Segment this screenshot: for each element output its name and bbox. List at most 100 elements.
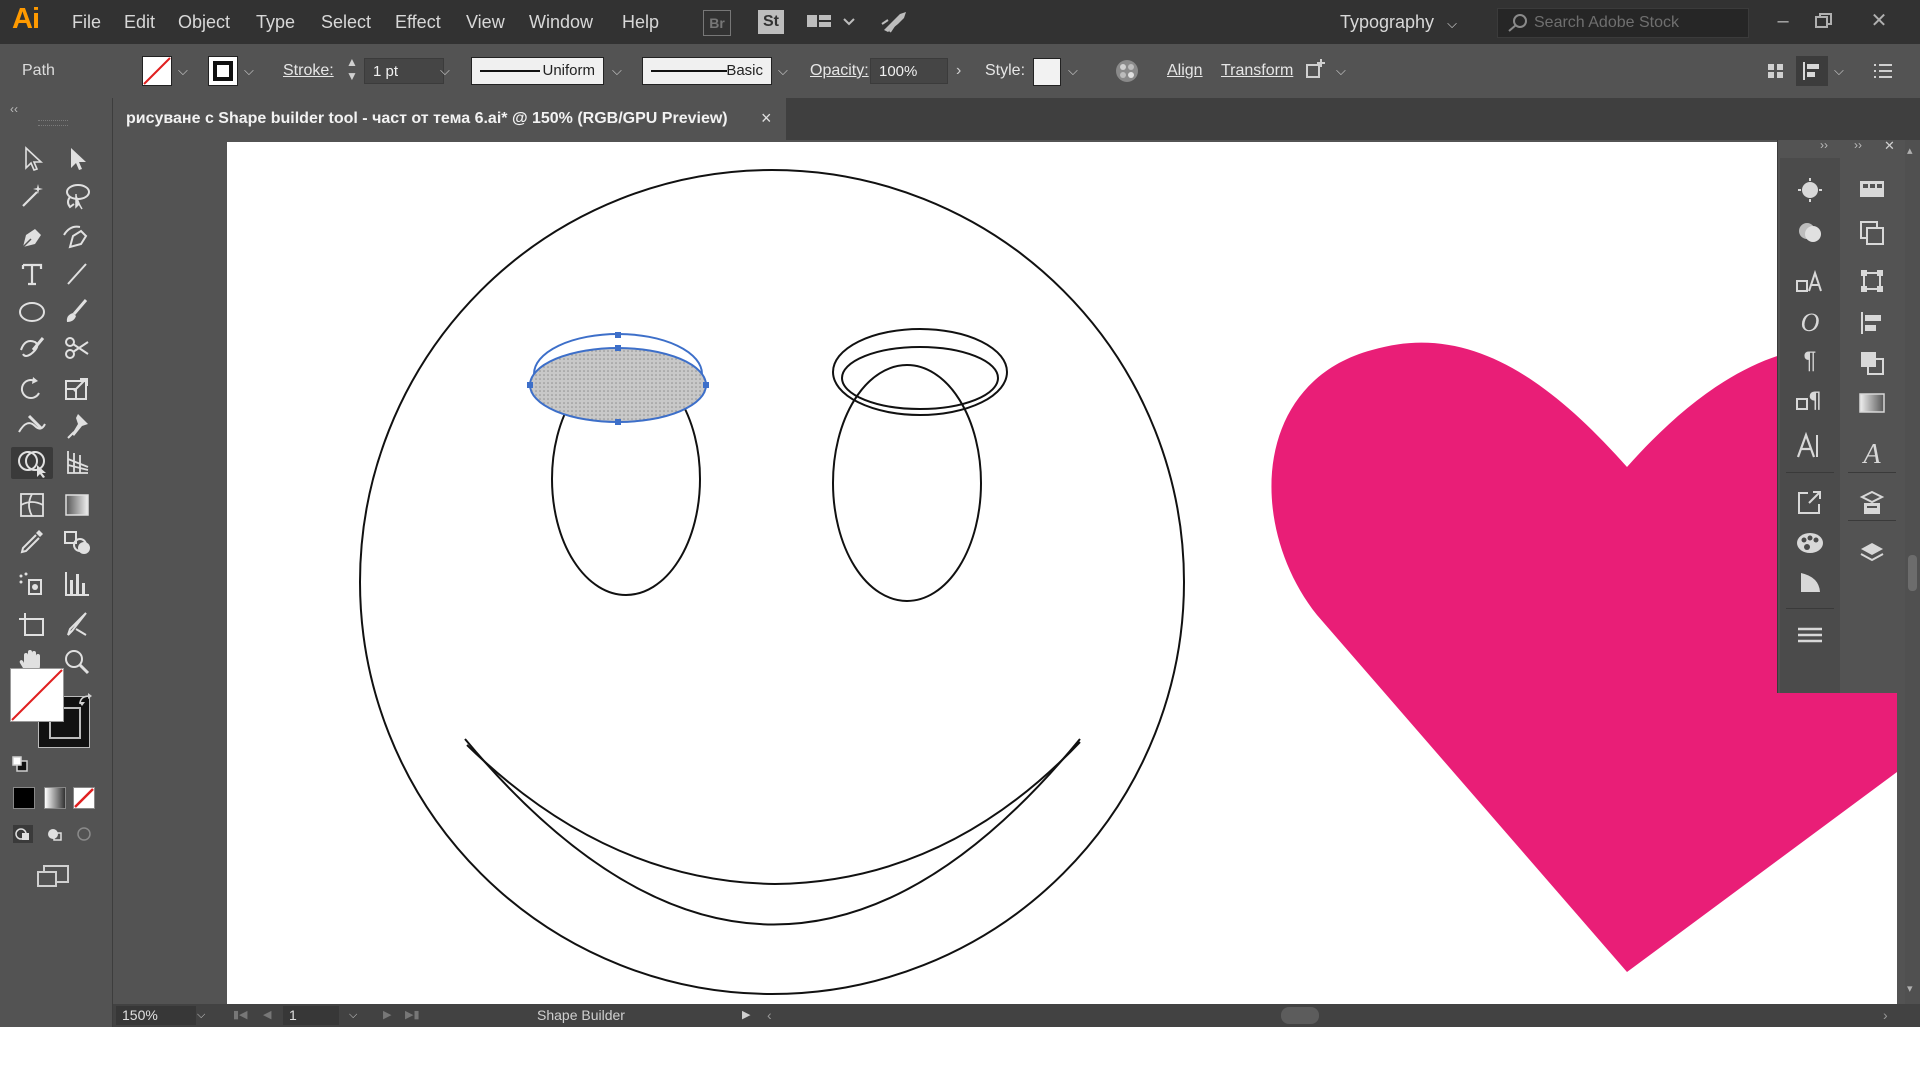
vertical-scrollbar[interactable]: ▴ ▾ bbox=[1905, 140, 1920, 1004]
panel-grip[interactable] bbox=[38, 120, 68, 126]
bridge-icon[interactable]: Br bbox=[703, 10, 731, 36]
align-link[interactable]: Align bbox=[1167, 44, 1203, 98]
gradient-mode-icon[interactable] bbox=[44, 787, 66, 809]
document-tab[interactable]: рисуване с Shape builder tool - част от … bbox=[112, 98, 786, 140]
artboard-icon[interactable] bbox=[15, 609, 49, 641]
opacity-field[interactable]: 100% bbox=[870, 58, 948, 84]
width-icon[interactable] bbox=[15, 410, 49, 442]
opentype-icon[interactable]: O bbox=[1790, 306, 1830, 340]
eyedropper-icon[interactable] bbox=[15, 526, 49, 558]
rotate-icon[interactable] bbox=[15, 373, 49, 405]
transform-panel-icon[interactable] bbox=[1852, 262, 1892, 296]
scroll-right-icon[interactable]: › bbox=[1883, 1004, 1888, 1027]
character-icon[interactable] bbox=[1790, 426, 1830, 460]
chevron-down-icon[interactable]: ⌵ bbox=[440, 63, 450, 79]
chevron-down-icon[interactable]: ⌵ bbox=[178, 63, 188, 79]
scroll-down-icon[interactable]: ▾ bbox=[1907, 982, 1913, 995]
magic-wand-icon[interactable] bbox=[15, 180, 49, 212]
scroll-thumb[interactable] bbox=[1908, 555, 1917, 591]
selection-icon[interactable] bbox=[15, 143, 49, 175]
menu-file[interactable]: File bbox=[72, 0, 101, 44]
appearance-icon[interactable] bbox=[1790, 172, 1830, 206]
scissors-icon[interactable] bbox=[60, 332, 94, 364]
stroke-weight-field[interactable]: 1 pt bbox=[364, 58, 444, 84]
direct-selection-icon[interactable] bbox=[60, 143, 94, 175]
gpu-performance-icon[interactable] bbox=[880, 10, 910, 34]
stroke-stepper-icon[interactable]: ▲ ▼ bbox=[346, 55, 358, 83]
menu-type[interactable]: Type bbox=[256, 0, 295, 44]
menu-icon[interactable] bbox=[1790, 618, 1830, 652]
search-stock-field[interactable]: Search Adobe Stock bbox=[1497, 8, 1749, 38]
align-panel-icon[interactable] bbox=[1852, 304, 1892, 338]
stock-icon[interactable]: St bbox=[758, 10, 784, 34]
chevron-down-icon[interactable]: ⌵ bbox=[349, 1004, 357, 1027]
export-icon[interactable] bbox=[1790, 484, 1830, 518]
right-brow-outer[interactable] bbox=[832, 328, 1008, 416]
lasso-icon[interactable] bbox=[60, 180, 94, 212]
line-segment-icon[interactable] bbox=[60, 258, 94, 290]
chevron-down-icon[interactable]: ⌵ bbox=[1336, 63, 1346, 79]
menu-object[interactable]: Object bbox=[178, 0, 230, 44]
perspective-grid-icon[interactable] bbox=[60, 447, 94, 479]
shaper-icon[interactable] bbox=[15, 332, 49, 364]
gradient-icon[interactable] bbox=[60, 489, 94, 521]
collapse-dock-icon[interactable]: ›› bbox=[1854, 138, 1862, 152]
stroke-swatch[interactable] bbox=[208, 56, 238, 86]
zoom-icon[interactable] bbox=[60, 646, 94, 678]
previous-artboard-icon[interactable]: ◀ bbox=[263, 1004, 271, 1027]
artboard-number-field[interactable]: 1 bbox=[283, 1006, 339, 1025]
next-artboard-icon[interactable]: ▶ bbox=[383, 1004, 391, 1027]
menu-effect[interactable]: Effect bbox=[395, 0, 441, 44]
fill-swatch[interactable] bbox=[142, 56, 172, 86]
column-graph-icon[interactable] bbox=[60, 568, 94, 600]
last-artboard-icon[interactable]: ▶▮ bbox=[405, 1004, 420, 1027]
slice-icon[interactable] bbox=[60, 609, 94, 641]
fill-color-box[interactable] bbox=[10, 668, 64, 722]
color-guide-icon[interactable] bbox=[1790, 214, 1830, 248]
mesh-icon[interactable] bbox=[15, 489, 49, 521]
layers-icon[interactable] bbox=[1852, 534, 1892, 568]
chevron-down-icon[interactable]: ⌵ bbox=[612, 63, 622, 79]
draw-normal-icon[interactable] bbox=[12, 824, 34, 844]
color-mode-icon[interactable] bbox=[13, 787, 35, 809]
arrange-documents-icon[interactable] bbox=[805, 10, 855, 34]
face-circle[interactable] bbox=[359, 169, 1185, 995]
zoom-level-field[interactable]: 150% bbox=[116, 1006, 196, 1025]
first-artboard-icon[interactable]: ▮◀ bbox=[233, 1004, 248, 1027]
status-menu-icon[interactable]: ▶ bbox=[742, 1004, 750, 1027]
isolate-object-icon[interactable] bbox=[1303, 59, 1327, 83]
gradient-panel-icon[interactable] bbox=[1852, 386, 1892, 420]
scale-icon[interactable] bbox=[60, 373, 94, 405]
restore-icon[interactable] bbox=[1806, 6, 1840, 36]
close-window-icon[interactable]: ✕ bbox=[1862, 6, 1896, 36]
type-icon[interactable] bbox=[15, 258, 49, 290]
shape-builder-icon[interactable] bbox=[11, 447, 53, 479]
libraries-icon[interactable] bbox=[1790, 564, 1830, 598]
collapse-dock-icon[interactable]: ›› bbox=[1820, 138, 1828, 152]
collapse-icon[interactable]: ‹‹ bbox=[10, 102, 18, 116]
smile-inner[interactable] bbox=[466, 741, 1081, 886]
none-mode-icon[interactable] bbox=[73, 787, 95, 809]
paragraph-styles-icon[interactable]: ¶ bbox=[1790, 382, 1830, 416]
puppet-warp-icon[interactable] bbox=[60, 410, 94, 442]
symbol-sprayer-icon[interactable] bbox=[15, 568, 49, 600]
character-styles-icon[interactable] bbox=[1790, 264, 1830, 298]
default-fill-stroke-icon[interactable] bbox=[12, 756, 28, 772]
swatches-icon[interactable] bbox=[1852, 172, 1892, 206]
menu-view[interactable]: View bbox=[466, 0, 505, 44]
artboards-icon[interactable] bbox=[1852, 214, 1892, 248]
draw-behind-icon[interactable] bbox=[44, 824, 66, 844]
left-brow-highlighted-region[interactable] bbox=[529, 347, 707, 423]
artboard[interactable] bbox=[227, 142, 1897, 1004]
chevron-down-icon[interactable]: ⌵ bbox=[1834, 63, 1844, 79]
recolor-artwork-icon[interactable] bbox=[1114, 58, 1140, 84]
draw-inside-icon[interactable] bbox=[74, 824, 96, 844]
asset-export-icon[interactable] bbox=[1852, 484, 1892, 518]
variable-width-profile[interactable]: Uniform bbox=[471, 57, 604, 85]
pen-icon[interactable] bbox=[15, 221, 49, 253]
color-icon[interactable] bbox=[1790, 524, 1830, 558]
paintbrush-icon[interactable] bbox=[60, 295, 94, 327]
swap-fill-stroke-icon[interactable] bbox=[78, 692, 94, 708]
chevron-down-icon[interactable]: ⌵ bbox=[244, 63, 254, 79]
minimize-icon[interactable]: – bbox=[1766, 6, 1800, 36]
